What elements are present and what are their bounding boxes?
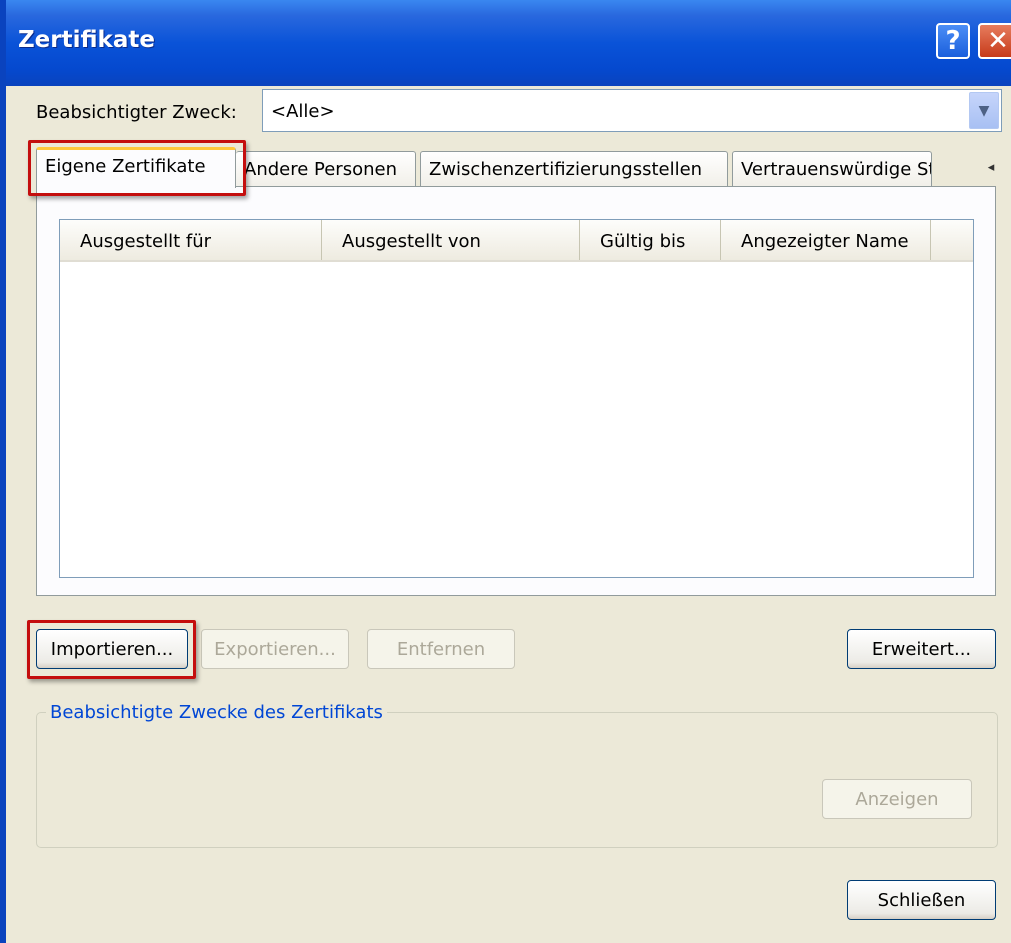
list-header: Ausgestellt für Ausgestellt von Gültig b… — [60, 220, 973, 262]
tab-other-people[interactable]: Andere Personen — [236, 151, 416, 187]
window-title: Zertifikate — [18, 27, 155, 53]
close-window-button[interactable]: ✕ — [978, 23, 1011, 59]
purposes-group-title: Beabsichtigte Zwecke des Zertifikats — [46, 702, 387, 723]
purpose-dropdown[interactable]: <Alle> ▼ — [262, 89, 1002, 132]
title-bar[interactable]: Zertifikate ? ✕ — [0, 0, 1011, 86]
remove-button[interactable]: Entfernen — [367, 629, 515, 669]
tab-intermediate-cas[interactable]: Zwischenzertifizierungsstellen — [420, 151, 728, 187]
purpose-value: <Alle> — [271, 101, 335, 122]
close-button[interactable]: Schließen — [847, 880, 996, 920]
window-frame — [0, 86, 6, 943]
certificate-list[interactable]: Ausgestellt für Ausgestellt von Gültig b… — [59, 219, 974, 578]
help-button[interactable]: ? — [936, 23, 970, 59]
view-button[interactable]: Anzeigen — [822, 779, 972, 819]
column-friendly-name[interactable]: Angezeigter Name — [721, 220, 931, 260]
column-issued-to[interactable]: Ausgestellt für — [60, 220, 322, 260]
advanced-button[interactable]: Erweitert... — [847, 629, 996, 669]
export-button[interactable]: Exportieren... — [201, 629, 349, 669]
import-button[interactable]: Importieren... — [36, 629, 188, 669]
tab-trusted-root-cas[interactable]: Vertrauenswürdige Stammzertifizierungsst… — [732, 151, 932, 187]
certificates-dialog: Zertifikate ? ✕ Beabsichtigter Zweck: <A… — [0, 0, 1011, 943]
chevron-down-icon[interactable]: ▼ — [969, 92, 999, 129]
chevron-left-icon[interactable]: ◂ — [980, 156, 1002, 178]
column-expiration[interactable]: Gültig bis — [580, 220, 721, 260]
tab-own-certificates[interactable]: Eigene Zertifikate — [36, 147, 236, 188]
purpose-label: Beabsichtigter Zweck: — [36, 102, 237, 123]
column-issued-by[interactable]: Ausgestellt von — [322, 220, 580, 260]
tab-strip: Eigene Zertifikate Andere Personen Zwisc… — [36, 147, 1002, 188]
tab-scroll-buttons: ◂ ▸ — [974, 153, 1011, 181]
